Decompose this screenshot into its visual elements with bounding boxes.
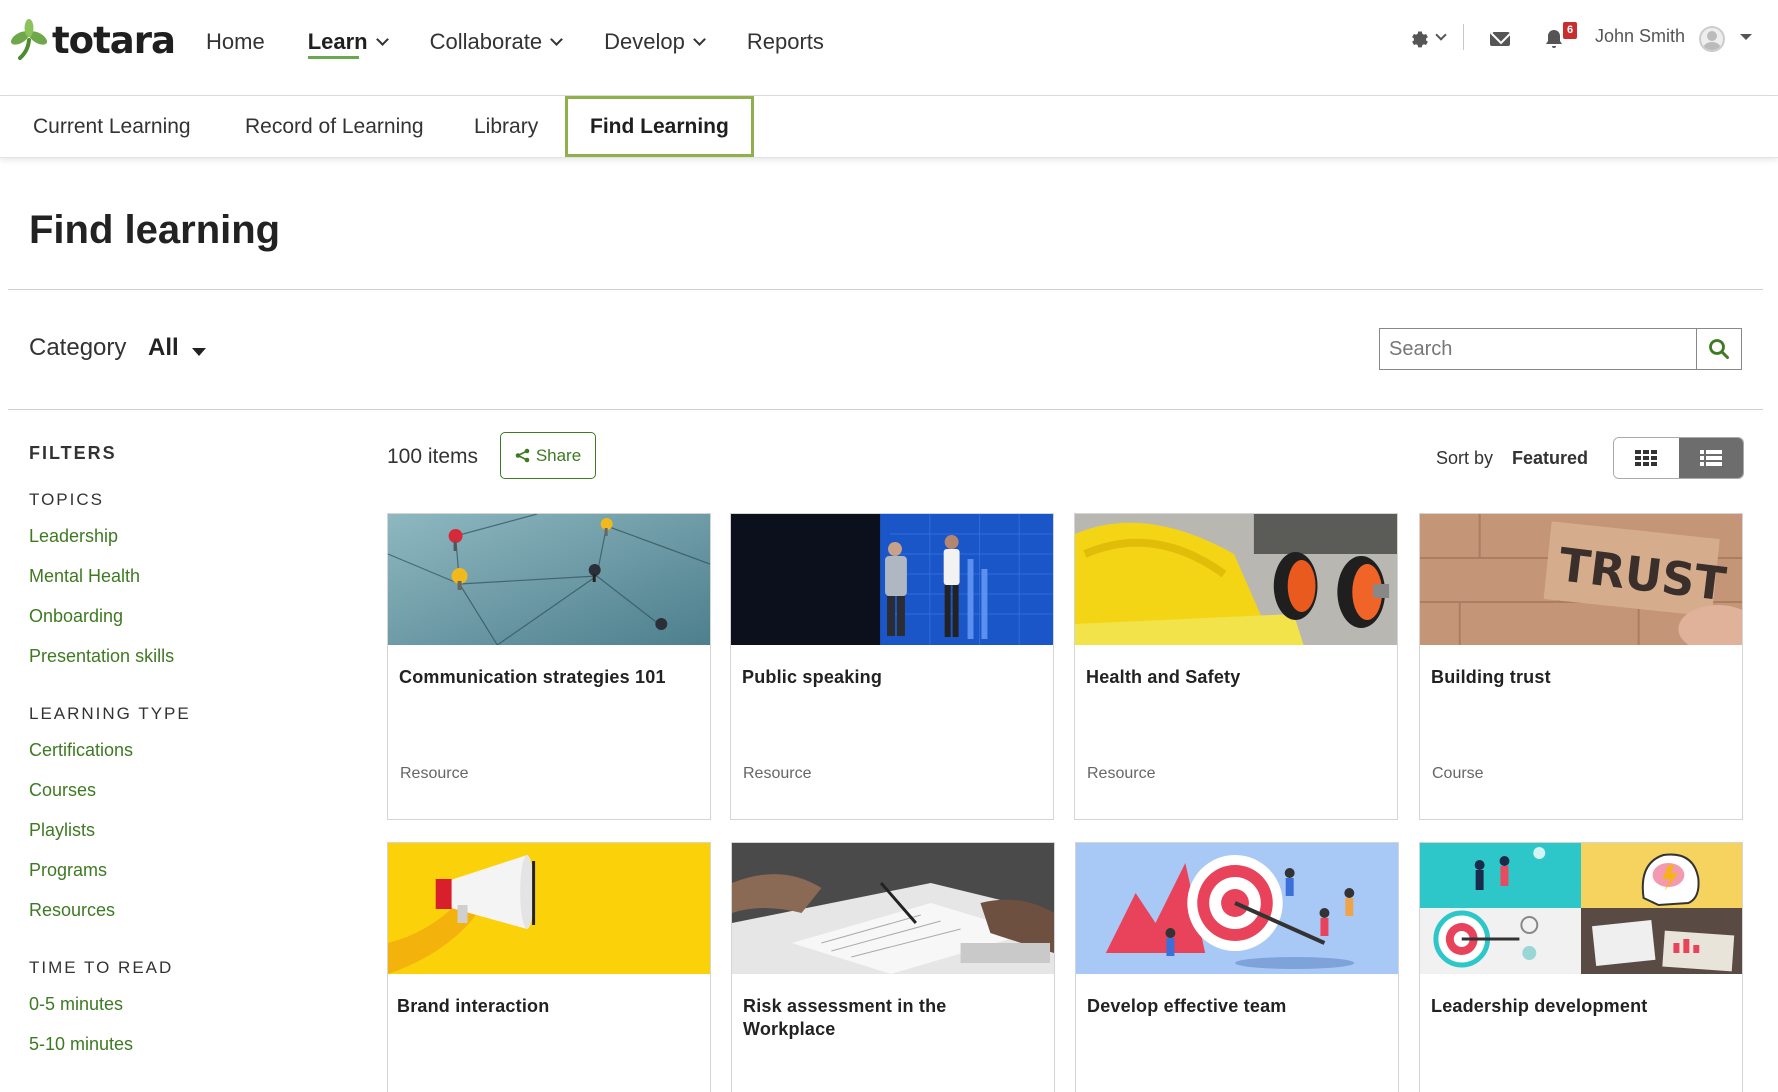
hard-hat-earmuffs-image — [1075, 514, 1397, 645]
filter-type-programs[interactable]: Programs — [29, 860, 329, 881]
tab-record-of-learning[interactable]: Record of Learning — [245, 96, 424, 158]
nav-collaborate-label: Collaborate — [429, 29, 543, 54]
sort-label: Sort by — [1436, 448, 1494, 468]
chevron-down-icon[interactable] — [1435, 29, 1447, 41]
filter-topic-mental-health[interactable]: Mental Health — [29, 566, 329, 587]
logo-text: totara — [52, 18, 176, 62]
search-icon — [1709, 339, 1729, 359]
share-icon — [515, 448, 530, 463]
list-icon — [1699, 450, 1722, 466]
grid-icon — [1635, 450, 1658, 466]
user-toolbar: 6 John Smith — [1378, 18, 1778, 62]
card-title: Health and Safety — [1086, 667, 1241, 687]
card-type: Course — [1432, 765, 1484, 782]
filter-topic-leadership[interactable]: Leadership — [29, 526, 329, 547]
filter-topic-presentation-skills[interactable]: Presentation skills — [29, 646, 329, 667]
tab-current-learning[interactable]: Current Learning — [33, 96, 191, 158]
filter-type-resources[interactable]: Resources — [29, 900, 329, 921]
nav-develop[interactable]: Develop — [604, 22, 706, 62]
mail-icon[interactable] — [1490, 32, 1510, 46]
learning-card[interactable]: Develop effective team — [1075, 842, 1399, 1092]
card-type: Resource — [743, 765, 812, 782]
presenters-stage-image — [731, 514, 1053, 645]
gear-icon[interactable] — [1409, 28, 1433, 52]
chevron-down-icon — [375, 33, 389, 46]
caret-down-icon[interactable] — [192, 348, 206, 356]
desk-paperwork-image — [732, 843, 1054, 974]
tab-find-learning[interactable]: Find Learning — [565, 96, 754, 157]
learning-card[interactable]: Health and Safety Resource — [1074, 513, 1398, 820]
card-title: Brand interaction — [397, 996, 550, 1016]
page-title: Find learning — [29, 208, 281, 252]
nav-learn-label: Learn — [307, 29, 368, 54]
search-button[interactable] — [1696, 329, 1741, 369]
nav-reports[interactable]: Reports — [747, 22, 824, 62]
caret-down-icon[interactable] — [1740, 34, 1752, 40]
leadership-collage-image — [1420, 843, 1742, 974]
nav-reports-label: Reports — [746, 29, 824, 54]
top-navbar: totara Home Learn Collaborate Develop Re… — [0, 0, 1778, 96]
user-name[interactable]: John Smith — [1595, 26, 1685, 47]
filter-topic-onboarding[interactable]: Onboarding — [29, 606, 329, 627]
card-type: Resource — [400, 765, 469, 782]
card-title: Public speaking — [742, 667, 883, 687]
filter-time-5-10[interactable]: 5-10 minutes — [29, 1034, 329, 1055]
megaphone-image — [388, 843, 710, 974]
card-title: Develop effective team — [1087, 996, 1287, 1016]
nav-develop-label: Develop — [604, 29, 685, 54]
grid-view-button[interactable] — [1614, 438, 1679, 478]
card-type: Resource — [1087, 765, 1156, 782]
nav-home[interactable]: Home — [206, 22, 265, 62]
filter-type-playlists[interactable]: Playlists — [29, 820, 329, 841]
card-title: Leadership development — [1431, 996, 1648, 1016]
leaf-logo-icon — [10, 19, 48, 60]
bell-icon[interactable] — [1543, 28, 1565, 50]
trust-blocks-image: TRUST — [1420, 514, 1742, 645]
target-team-image — [1076, 843, 1398, 974]
search-box — [1379, 328, 1742, 370]
learning-card[interactable]: Leadership development — [1419, 842, 1743, 1092]
avatar[interactable] — [1699, 26, 1725, 52]
notification-badge: 6 — [1563, 22, 1577, 39]
chevron-down-icon — [692, 33, 706, 46]
view-toggle — [1613, 437, 1744, 479]
totara-logo[interactable]: totara — [8, 14, 176, 66]
filter-group-topics: TOPICS — [29, 490, 104, 509]
learning-card[interactable]: Communication strategies 101 Resource — [387, 513, 711, 820]
sort-select[interactable]: Featured — [1512, 448, 1588, 469]
learn-subnav: Current Learning Record of Learning Libr… — [0, 96, 1778, 158]
share-label: Share — [535, 445, 582, 465]
tab-library[interactable]: Library — [474, 96, 538, 158]
card-title: Communication strategies 101 — [399, 667, 666, 687]
nav-learn[interactable]: Learn — [307, 22, 389, 62]
filter-type-courses[interactable]: Courses — [29, 780, 329, 801]
divider — [8, 289, 1763, 290]
filters-panel: FILTERS TOPICS Leadership Mental Health … — [29, 443, 329, 1055]
results-count: 100 items — [387, 445, 479, 468]
nav-collaborate[interactable]: Collaborate — [429, 22, 563, 62]
filter-group-time-to-read: TIME TO READ — [29, 958, 174, 977]
search-input[interactable] — [1380, 329, 1696, 369]
filter-group-learning-type: LEARNING TYPE — [29, 704, 191, 723]
list-view-button[interactable] — [1678, 438, 1743, 478]
learning-card[interactable]: Brand interaction — [387, 842, 711, 1092]
toolbar-divider — [1463, 24, 1464, 50]
share-button[interactable]: Share — [500, 432, 596, 479]
filters-title: FILTERS — [29, 443, 117, 463]
chevron-down-icon — [550, 33, 563, 46]
learning-card[interactable]: TRUST Building trust Course — [1419, 513, 1743, 820]
card-title: Building trust — [1431, 667, 1551, 687]
learning-card[interactable]: Risk assessment in the Workplace — [731, 842, 1055, 1092]
category-select[interactable]: All — [148, 334, 179, 362]
card-title: Risk assessment in the Workplace — [743, 996, 947, 1039]
nav-home-label: Home — [206, 29, 265, 54]
learning-card[interactable]: Public speaking Resource — [730, 513, 1054, 820]
filter-type-certifications[interactable]: Certifications — [29, 740, 329, 761]
pins-network-image — [388, 514, 710, 645]
divider — [8, 409, 1763, 410]
filter-time-0-5[interactable]: 0-5 minutes — [29, 994, 329, 1015]
main-nav: Home Learn Collaborate Develop Reports — [206, 22, 867, 62]
category-label: Category — [29, 334, 127, 361]
